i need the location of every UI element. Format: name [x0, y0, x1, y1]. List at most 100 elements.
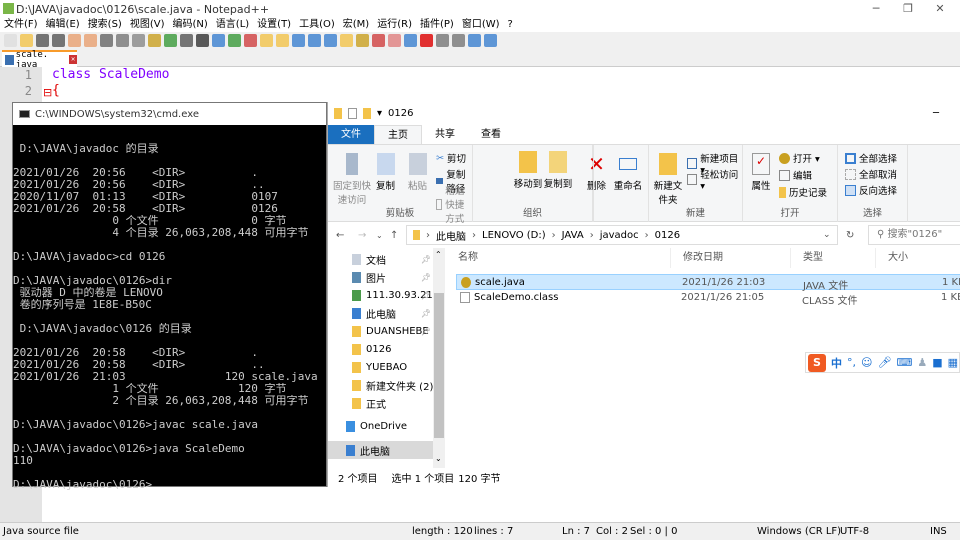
- forward-button[interactable]: →: [358, 230, 366, 241]
- ime-mode[interactable]: 中: [831, 355, 842, 371]
- tab-view[interactable]: 查看: [468, 125, 514, 144]
- open-button[interactable]: 打开 ▾: [779, 151, 820, 165]
- toolbar-button-icon[interactable]: [308, 34, 321, 47]
- nav-item[interactable]: 此电脑 📌︎: [328, 304, 433, 322]
- scroll-up-icon[interactable]: ⌃: [435, 250, 442, 259]
- tab-home[interactable]: 主页: [374, 125, 422, 144]
- nav-scrollbar[interactable]: ⌃ ⌄: [433, 248, 445, 468]
- keyboard-icon[interactable]: ⌨: [896, 356, 912, 369]
- back-button[interactable]: ←: [336, 230, 344, 241]
- breadcrumb-item[interactable]: LENOVO (D:): [482, 230, 546, 241]
- properties-quick-icon[interactable]: [348, 108, 357, 119]
- menu-item[interactable]: ?: [504, 18, 517, 32]
- toolbar-button-icon[interactable]: [420, 34, 433, 47]
- file-row[interactable]: ScaleDemo.class 2021/1/26 21:05 CLASS 文件 1 …: [456, 290, 960, 307]
- column-date[interactable]: 修改日期: [671, 248, 791, 268]
- toolbar-button-icon[interactable]: [356, 34, 369, 47]
- new-folder-quick-icon[interactable]: [363, 108, 371, 119]
- delete-button[interactable]: ✕ 删除: [584, 153, 609, 192]
- scroll-thumb[interactable]: [434, 293, 444, 438]
- toolbar-button-icon[interactable]: [452, 34, 465, 47]
- breadcrumb-item[interactable]: 0126: [655, 230, 680, 241]
- minimize-button[interactable]: ─: [933, 108, 939, 119]
- cut-button[interactable]: ✂ 剪切: [436, 151, 466, 166]
- select-none-button[interactable]: 全部取消: [845, 167, 897, 181]
- toolbar-button-icon[interactable]: [436, 34, 449, 47]
- menu-item[interactable]: 宏(M): [339, 18, 373, 32]
- breadcrumb-chevron-icon[interactable]: ›: [552, 230, 556, 241]
- breadcrumb-chevron-icon[interactable]: ›: [472, 230, 476, 241]
- toolbar-button-icon[interactable]: [484, 34, 497, 47]
- menu-item[interactable]: 编码(N): [169, 18, 212, 32]
- breadcrumb-chevron-icon[interactable]: ›: [645, 230, 649, 241]
- tab-close-icon[interactable]: ✕: [69, 55, 77, 64]
- menu-item[interactable]: 窗口(W): [458, 18, 504, 32]
- menu-item[interactable]: 工具(O): [295, 18, 339, 32]
- toolbar-button-icon[interactable]: [292, 34, 305, 47]
- nav-item[interactable]: 新建文件夹 (2): [328, 376, 433, 394]
- nav-item[interactable]: DUANSHEBE 📌︎: [328, 322, 433, 340]
- invert-selection-button[interactable]: 反向选择: [845, 183, 897, 197]
- menu-item[interactable]: 编辑(E): [42, 18, 84, 32]
- menu-item[interactable]: 设置(T): [253, 18, 295, 32]
- toolbox-icon[interactable]: ▦: [948, 356, 958, 369]
- toolbar-button-icon[interactable]: [404, 34, 417, 47]
- maximize-button[interactable]: ❐: [892, 0, 924, 18]
- scroll-down-icon[interactable]: ⌄: [435, 454, 442, 463]
- toolbar-button-icon[interactable]: [164, 34, 177, 47]
- menu-item[interactable]: 搜索(S): [84, 18, 126, 32]
- fold-minus-icon[interactable]: ⊟: [43, 86, 52, 99]
- cmd-window[interactable]: C:\WINDOWS\system32\cmd.exe D:\JAVA\java…: [12, 102, 327, 491]
- file-row[interactable]: scale.java2021/1/26 21:03JAVA 文件1 KB: [456, 274, 960, 292]
- properties-button[interactable]: ✓ 属性: [749, 153, 773, 192]
- menu-item[interactable]: 插件(P): [416, 18, 458, 32]
- toolbar-button-icon[interactable]: [20, 34, 33, 47]
- new-folder-button[interactable]: 新建文件夹: [651, 153, 685, 206]
- menu-item[interactable]: 文件(F): [0, 18, 42, 32]
- column-size[interactable]: 大小: [876, 248, 960, 268]
- menu-item[interactable]: 语言(L): [212, 18, 253, 32]
- nav-item[interactable]: YUEBAO: [328, 358, 433, 376]
- toolbar-button-icon[interactable]: [52, 34, 65, 47]
- toolbar-button-icon[interactable]: [4, 34, 17, 47]
- toolbar-button-icon[interactable]: [228, 34, 241, 47]
- toolbar-button-icon[interactable]: [260, 34, 273, 47]
- refresh-button[interactable]: ↻: [846, 230, 854, 241]
- emoji-icon[interactable]: ☺: [861, 356, 872, 369]
- breadcrumb-item[interactable]: 此电脑: [436, 228, 466, 243]
- toolbar-button-icon[interactable]: [148, 34, 161, 47]
- address-bar[interactable]: › 此电脑 › LENOVO (D:) › JAVA › javadoc › 0126: [406, 225, 838, 245]
- breadcrumb-chevron-icon[interactable]: ›: [426, 230, 430, 241]
- menu-item[interactable]: 运行(R): [373, 18, 416, 32]
- rename-button[interactable]: 重命名: [612, 153, 644, 192]
- toolbar-button-icon[interactable]: [116, 34, 129, 47]
- microphone-icon[interactable]: 🎤︎: [877, 356, 891, 369]
- pin-quick-access-button[interactable]: 固定到快速访问: [332, 153, 372, 206]
- toolbar-button-icon[interactable]: [388, 34, 401, 47]
- toolbar-button-icon[interactable]: [244, 34, 257, 47]
- toolbar-button-icon[interactable]: [68, 34, 81, 47]
- toolbar-button-icon[interactable]: [324, 34, 337, 47]
- tab-share[interactable]: 共享: [422, 125, 468, 144]
- search-input[interactable]: ⚲ 搜索"0126": [868, 225, 960, 245]
- ime-punctuation[interactable]: °,: [847, 356, 856, 369]
- recent-dropdown-button[interactable]: ⌄: [376, 231, 383, 240]
- toolbar-button-icon[interactable]: [196, 34, 209, 47]
- nav-item[interactable]: OneDrive: [328, 417, 433, 435]
- nav-item[interactable]: 正式: [328, 394, 433, 412]
- nav-item[interactable]: 文档 📌︎: [328, 250, 433, 268]
- toolbar-button-icon[interactable]: [36, 34, 49, 47]
- toolbar-button-icon[interactable]: [132, 34, 145, 47]
- column-type[interactable]: 类型: [791, 248, 876, 268]
- nav-item[interactable]: 此电脑: [328, 441, 433, 459]
- column-name[interactable]: 名称: [446, 248, 671, 268]
- select-all-button[interactable]: 全部选择: [845, 151, 897, 165]
- ime-toolbar[interactable]: S 中 °, ☺ 🎤︎ ⌨ ♟ ■ ▦: [805, 352, 960, 373]
- toolbar-button-icon[interactable]: [372, 34, 385, 47]
- toolbar-button-icon[interactable]: [180, 34, 193, 47]
- toolbar-button-icon[interactable]: [276, 34, 289, 47]
- quick-access-dropdown-icon[interactable]: ▾: [377, 108, 382, 119]
- tab-scale-java[interactable]: scale. java ✕: [2, 50, 77, 70]
- address-dropdown-icon[interactable]: ⌄: [823, 230, 831, 240]
- toolbar-button-icon[interactable]: [84, 34, 97, 47]
